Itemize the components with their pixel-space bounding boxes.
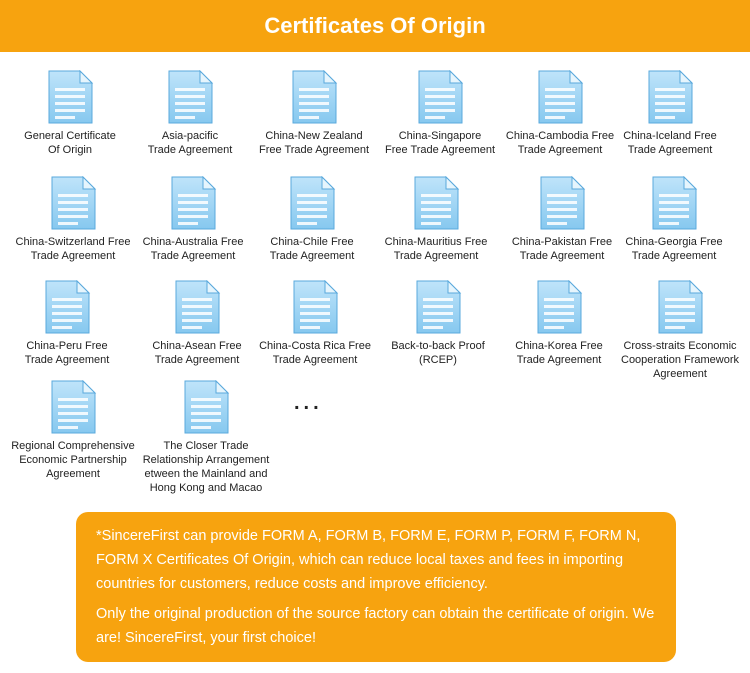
document-icon (131, 380, 281, 434)
certificate-item: China-Georgia Free Trade Agreement (599, 176, 749, 263)
certificate-label: Regional Comprehensive Economic Partners… (11, 440, 135, 480)
certificate-label: China-Georgia Free Trade Agreement (625, 236, 723, 262)
certificate-item: China-Peru Free Trade Agreement (0, 280, 142, 367)
page-title: Certificates Of Origin (264, 13, 486, 38)
certificate-item: Cross-straits Economic Cooperation Frame… (605, 280, 750, 381)
certificate-label: China-Iceland Free Trade Agreement (623, 130, 717, 156)
more-ellipsis: ... (294, 392, 323, 414)
note-paragraph-1: *SincereFirst can provide FORM A, FORM B… (96, 528, 641, 592)
note-paragraph-2: Only the original production of the sour… (96, 606, 655, 646)
certificate-item: China-Iceland Free Trade Agreement (595, 70, 745, 157)
certificate-item: Regional Comprehensive Economic Partners… (0, 380, 148, 481)
certificate-item: The Closer Trade Relationship Arrangemen… (131, 380, 281, 495)
info-note: *SincereFirst can provide FORM A, FORM B… (76, 512, 676, 662)
document-icon (0, 280, 142, 334)
document-icon (599, 176, 749, 230)
document-icon (0, 380, 148, 434)
certificate-label: China-Peru Free Trade Agreement (24, 340, 110, 366)
document-icon (605, 280, 750, 334)
certificate-label: Cross-straits Economic Cooperation Frame… (621, 340, 739, 380)
header-banner: Certificates Of Origin (0, 0, 750, 52)
certificate-label: The Closer Trade Relationship Arrangemen… (142, 440, 270, 494)
document-icon (595, 70, 745, 124)
